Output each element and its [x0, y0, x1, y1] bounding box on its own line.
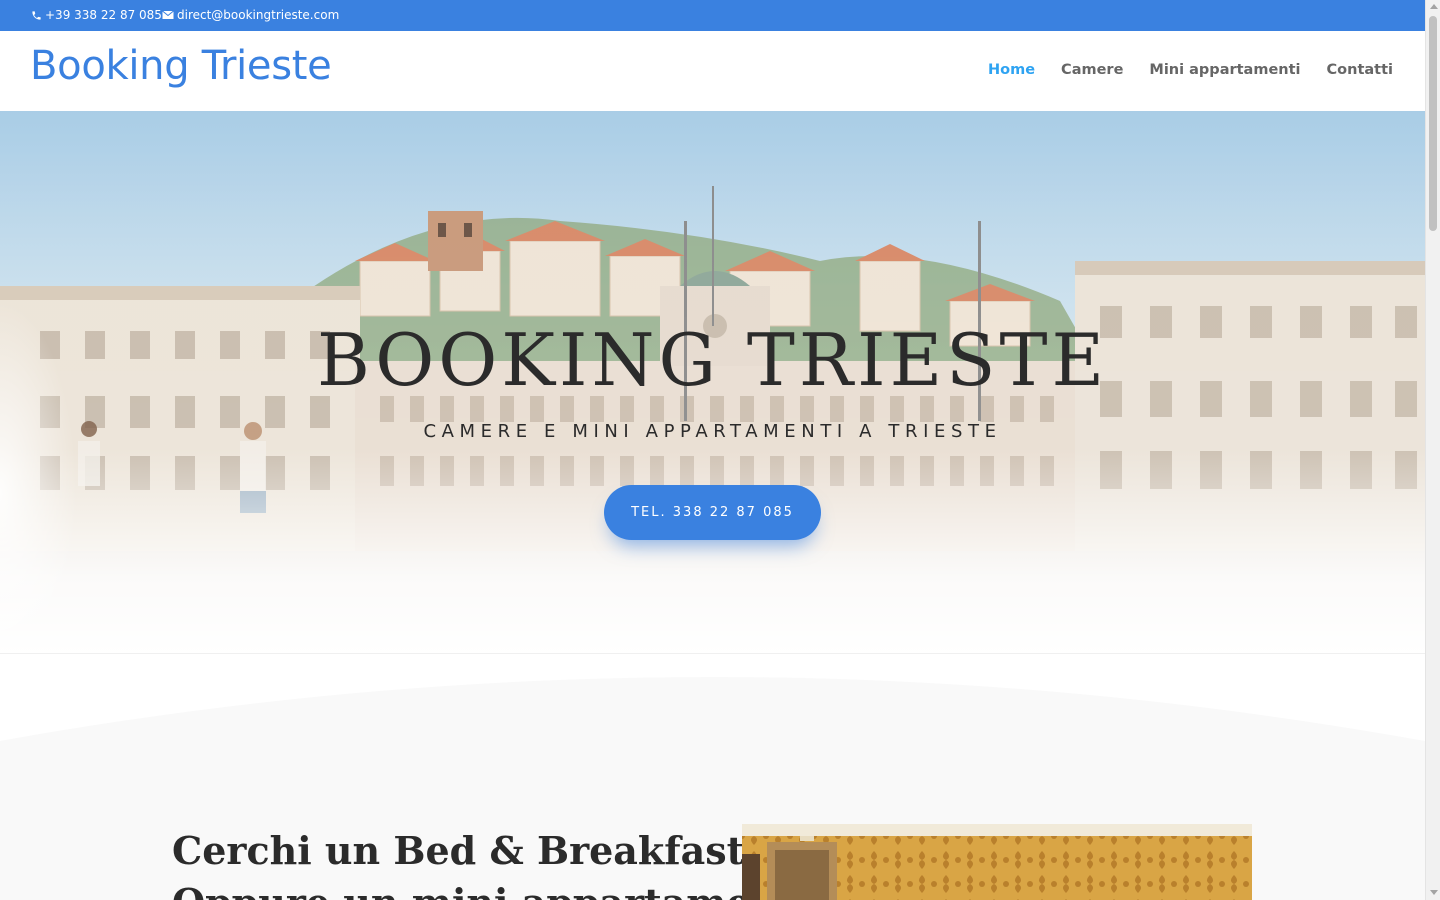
site-header: Booking Trieste Home Camere Mini apparta… [0, 31, 1425, 111]
nav-item-contatti[interactable]: Contatti [1327, 62, 1393, 78]
topbar-email-text: direct@bookingtrieste.com [177, 8, 340, 22]
topbar-phone[interactable]: +39 338 22 87 085 [31, 8, 162, 22]
main-nav: Home Camere Mini appartamenti Contatti [988, 62, 1393, 78]
topbar-email[interactable]: direct@bookingtrieste.com [162, 8, 339, 22]
phone-icon [31, 10, 42, 21]
scroll-up-arrow-icon[interactable] [1430, 4, 1438, 9]
intro-section: Cerchi un Bed & Breakfast? Oppure un min… [0, 653, 1425, 900]
room-photo [742, 824, 1252, 900]
hero-content: BOOKING TRIESTE CAMERE E MINI APPARTAMEN… [0, 111, 1425, 656]
page-scrollbar[interactable] [1425, 0, 1440, 900]
topbar-phone-text: +39 338 22 87 085 [45, 8, 162, 22]
scroll-down-arrow-icon[interactable] [1430, 890, 1438, 895]
scrollbar-thumb[interactable] [1429, 16, 1437, 231]
envelope-icon [162, 10, 174, 20]
nav-item-camere[interactable]: Camere [1061, 62, 1123, 78]
call-button[interactable]: TEL. 338 22 87 085 [604, 485, 821, 540]
nav-item-home[interactable]: Home [988, 62, 1035, 78]
top-bar: +39 338 22 87 085 direct@bookingtrieste.… [0, 0, 1425, 31]
hero-section: BOOKING TRIESTE CAMERE E MINI APPARTAMEN… [0, 111, 1425, 656]
nav-item-mini-appartamenti[interactable]: Mini appartamenti [1149, 62, 1300, 78]
hero-subtitle: CAMERE E MINI APPARTAMENTI A TRIESTE [423, 421, 1002, 442]
hero-title: BOOKING TRIESTE [316, 318, 1109, 402]
site-logo[interactable]: Booking Trieste [30, 43, 332, 89]
intro-heading: Cerchi un Bed & Breakfast? [172, 828, 767, 873]
